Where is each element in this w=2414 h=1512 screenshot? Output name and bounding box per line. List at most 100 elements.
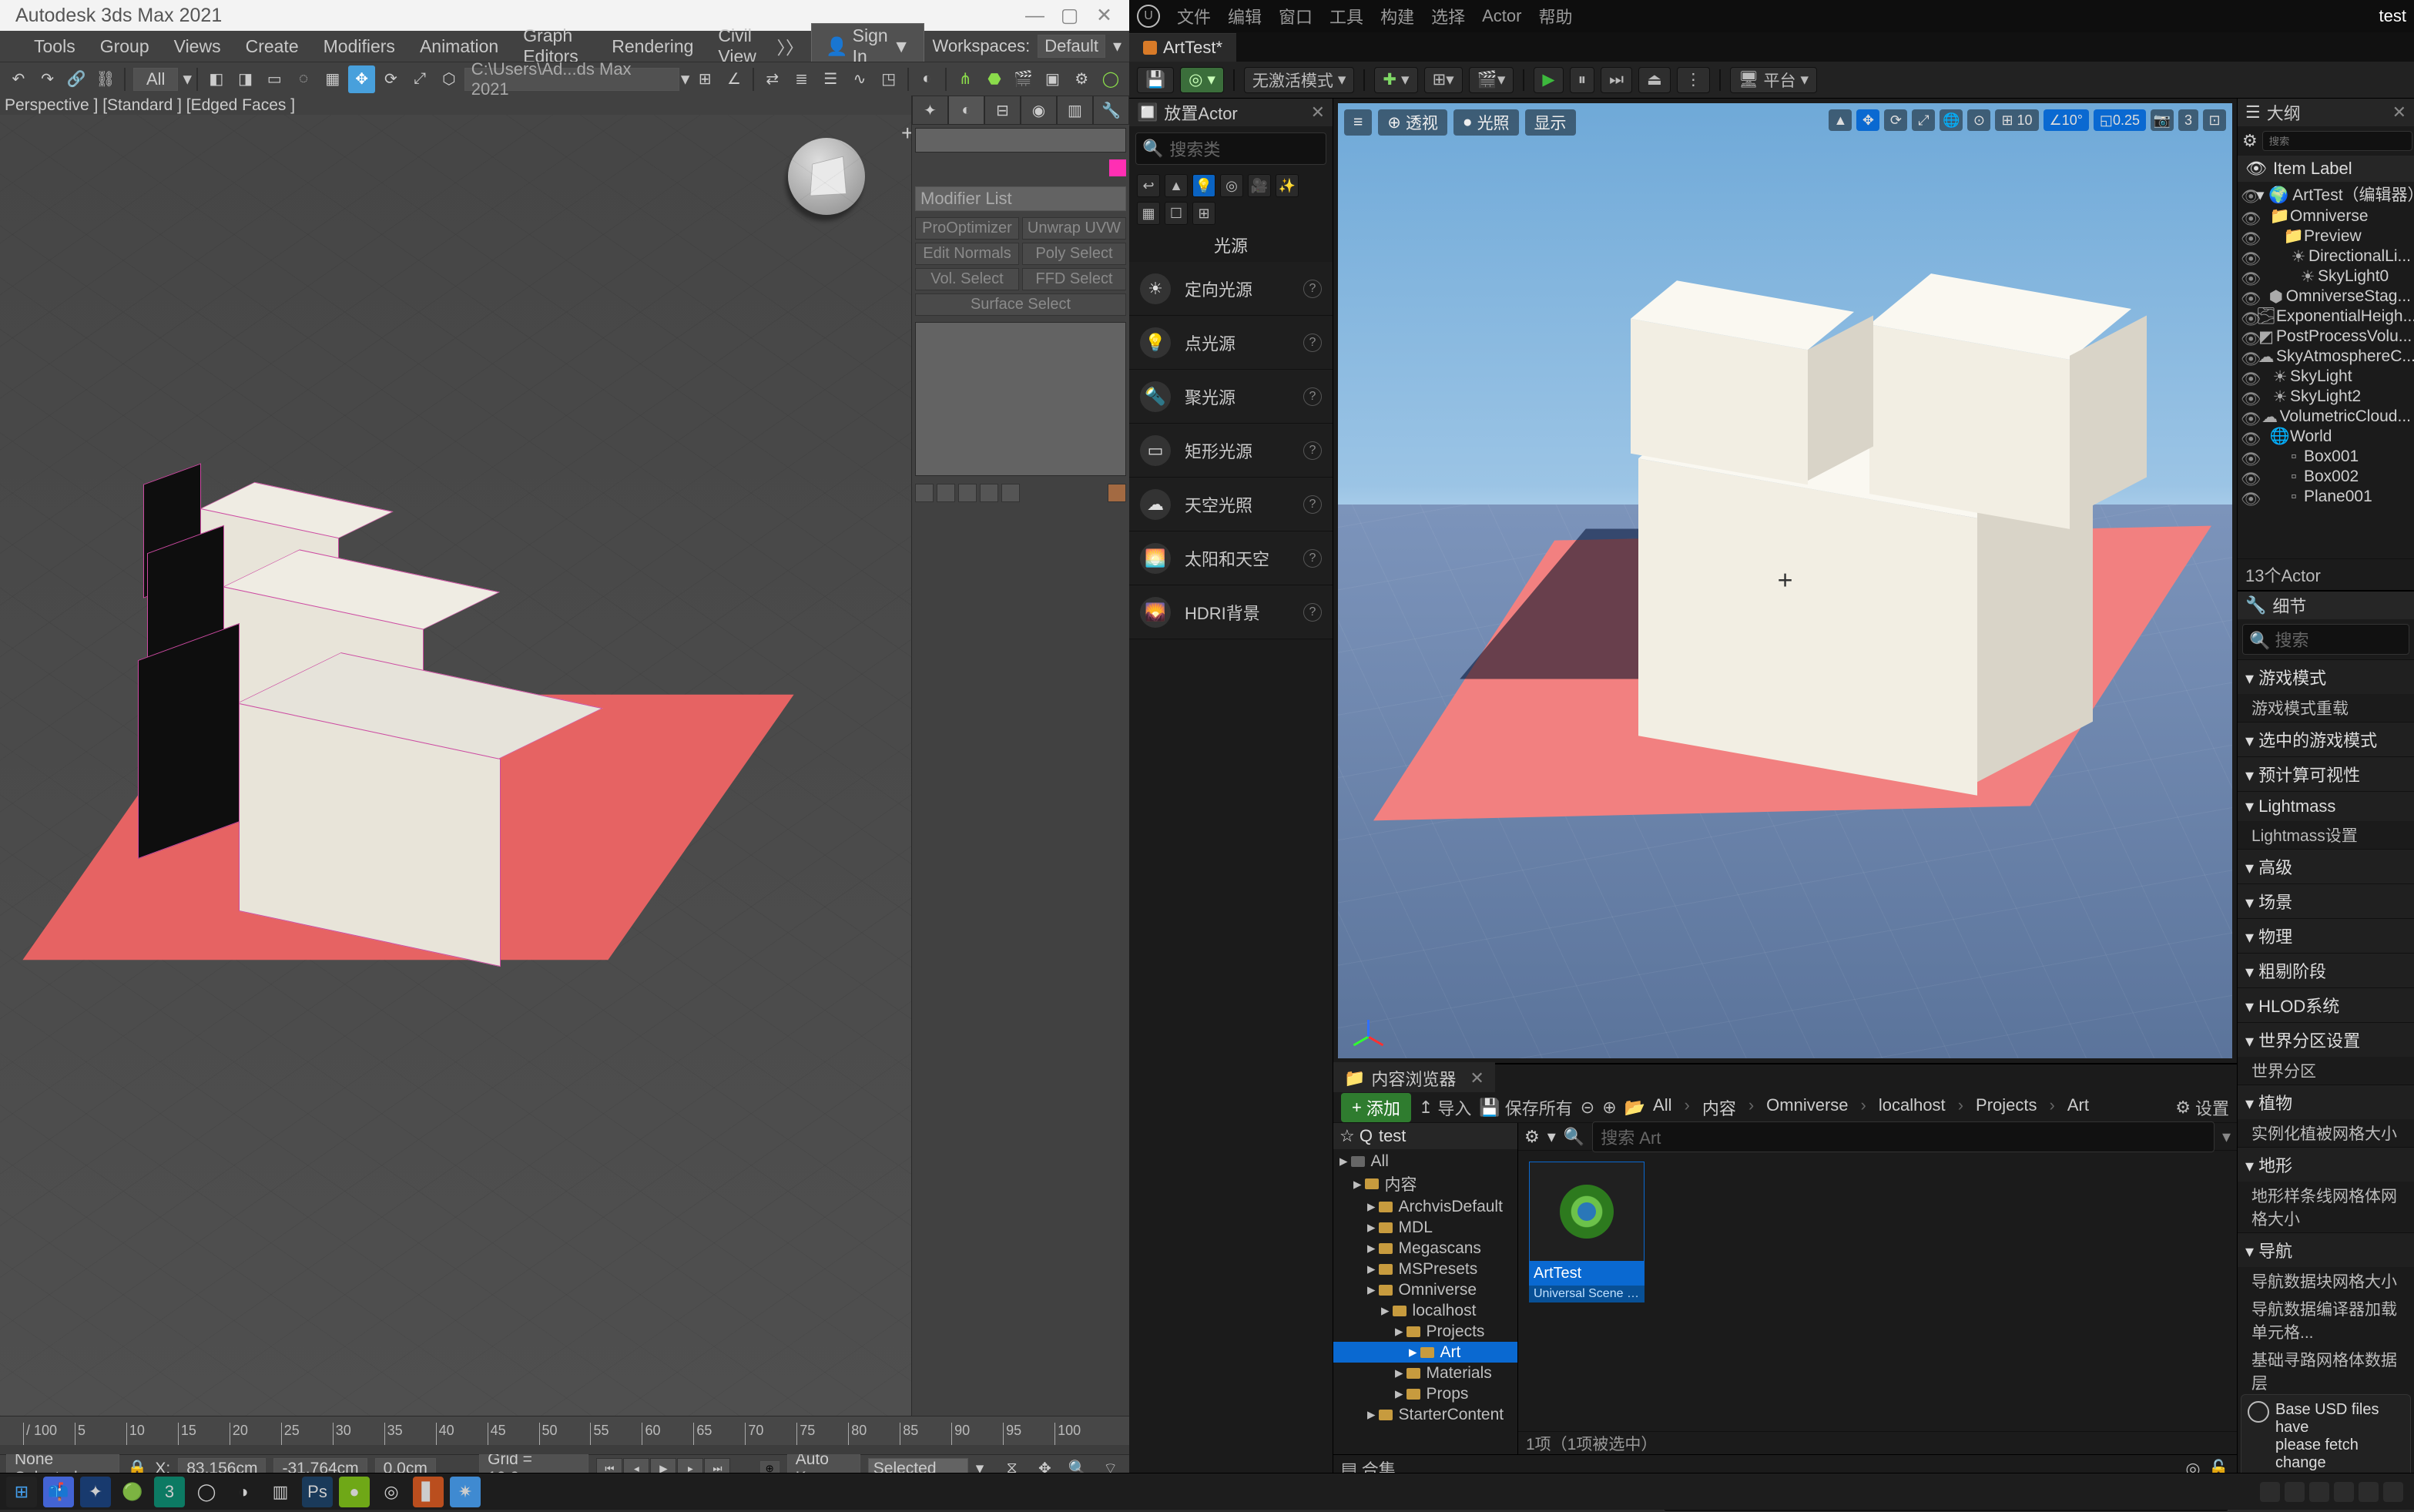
tree-head[interactable]: ☆ Q test — [1333, 1123, 1517, 1149]
viewport-plus[interactable]: + — [901, 121, 911, 146]
light-item[interactable]: 🌄HDRI背景? — [1129, 585, 1333, 639]
vp-menu-icon[interactable]: ≡ — [1344, 109, 1372, 136]
step-button[interactable]: ⏭ — [1601, 67, 1632, 93]
tb-unreal[interactable]: ◯ — [191, 1477, 222, 1507]
windows-taskbar[interactable]: ⊞ 📫 ✦ 🟢 3 ◯ ◑ ▥ Ps ● ◎ ▋ ✷ — [0, 1473, 2414, 1510]
timeline-tick[interactable]: 90 — [951, 1423, 1003, 1446]
details-section[interactable]: ▾ 高级 — [2238, 850, 2414, 883]
tree-row[interactable]: ▸ Materials — [1333, 1363, 1517, 1383]
timeline-tick[interactable]: 10 — [126, 1423, 178, 1446]
selpaint-icon[interactable]: ◌ — [290, 65, 317, 93]
light-item[interactable]: 🔦聚光源? — [1129, 370, 1333, 424]
save-icon[interactable]: 💾 — [1137, 67, 1174, 93]
cat-vfx-icon[interactable]: ✨ — [1276, 174, 1299, 197]
outliner-row[interactable]: 👁▫ Box001 — [2238, 447, 2414, 467]
tb-app2[interactable]: ✦ — [80, 1477, 111, 1507]
cat-geo-icon[interactable]: ▦ — [1137, 202, 1160, 225]
menu-rendering[interactable]: Rendering — [601, 34, 704, 59]
details-property[interactable]: 导航数据块网格大小 — [2238, 1267, 2414, 1295]
light-item[interactable]: ▭矩形光源? — [1129, 424, 1333, 478]
cb-import-button[interactable]: ↥ 导入 — [1419, 1095, 1471, 1120]
render-icon[interactable]: ◯ — [1097, 65, 1125, 93]
details-section[interactable]: ▾ 粗剔阶段 — [2238, 954, 2414, 987]
omniverse-icon[interactable]: ⬣ — [981, 65, 1008, 93]
outliner-row[interactable]: 👁◩ PostProcessVolu... — [2238, 327, 2414, 347]
info-icon[interactable]: ? — [1303, 334, 1322, 352]
details-section[interactable]: ▾ 游戏模式 — [2238, 660, 2414, 694]
mod-volselect[interactable]: Vol. Select — [915, 268, 1019, 290]
timeline-tick[interactable]: 40 — [436, 1423, 488, 1446]
start-icon[interactable]: ⊞ — [6, 1477, 37, 1507]
info-icon[interactable]: ? — [1303, 441, 1322, 460]
details-section[interactable]: ▾ Lightmass — [2238, 792, 2414, 821]
mode-picker[interactable]: 无激活模式 ▾ — [1244, 67, 1355, 93]
tray-icon[interactable] — [2383, 1482, 2403, 1502]
play-options[interactable]: ⋮ — [1677, 67, 1710, 93]
timeline-tick[interactable]: 35 — [384, 1423, 436, 1446]
tray-icon[interactable] — [2260, 1482, 2280, 1502]
stop-button[interactable]: ⏏ — [1638, 67, 1671, 93]
details-property[interactable]: 游戏模式重载 — [2238, 694, 2414, 722]
selection-filter[interactable]: All — [133, 68, 178, 91]
details-section[interactable]: ▾ 地形 — [2238, 1148, 2414, 1182]
tree-row[interactable]: ▸ Props — [1333, 1383, 1517, 1404]
outliner-row[interactable]: 👁▫ Plane001 — [2238, 487, 2414, 507]
system-tray[interactable] — [2260, 1482, 2408, 1502]
project-path[interactable]: C:\Users\Ad...ds Max 2021 — [464, 68, 679, 91]
outliner-row[interactable]: 👁⬢ OmniverseStag... — [2238, 287, 2414, 307]
stack-result-icon[interactable] — [937, 484, 955, 502]
tray-icon[interactable] — [2309, 1482, 2329, 1502]
timeline-tick[interactable]: / 100 — [23, 1423, 75, 1446]
info-icon[interactable]: ? — [1303, 549, 1322, 568]
tb-app7[interactable]: ✷ — [450, 1477, 481, 1507]
light-item[interactable]: 🌅太阳和天空? — [1129, 531, 1333, 585]
object-name-field[interactable] — [915, 128, 1126, 153]
vp-projection[interactable]: ⊕ 透视 — [1378, 109, 1447, 136]
details-section[interactable]: ▾ 场景 — [2238, 884, 2414, 918]
asnap-icon[interactable]: ∠ — [720, 65, 748, 93]
tray-icon[interactable] — [2359, 1482, 2379, 1502]
move-icon[interactable]: ✥ — [348, 65, 376, 93]
outliner-row[interactable]: 👁☁ SkyAtmosphereC... — [2238, 347, 2414, 367]
light-item[interactable]: ☀定向光源? — [1129, 262, 1333, 316]
cat-recent-icon[interactable]: ↩ — [1137, 174, 1160, 197]
timeline-tick[interactable]: 30 — [333, 1423, 384, 1446]
play-button[interactable]: ▶ — [1534, 67, 1563, 93]
vp-select-icon[interactable]: ▲ — [1829, 109, 1852, 131]
timeline-tick[interactable]: 100 — [1054, 1423, 1106, 1446]
stack-config-icon[interactable] — [1001, 484, 1020, 502]
cat-basic-icon[interactable]: ▲ — [1165, 174, 1188, 197]
tray-icon[interactable] — [2285, 1482, 2305, 1502]
details-section[interactable]: ▾ 预计算可视性 — [2238, 757, 2414, 791]
cb-back-icon[interactable]: ⊝ — [1581, 1098, 1594, 1118]
timeline-tick[interactable]: 70 — [745, 1423, 796, 1446]
ue-viewport[interactable]: + ≡ ⊕ 透视 ● 光照 显示 ▲ ✥ ⟳ ⤢ 🌐 ⊙ ⊞ 10 ∠ 10° … — [1338, 103, 2232, 1058]
tb-app3[interactable]: ◑ — [228, 1477, 259, 1507]
cinematics-icon[interactable]: 🎬▾ — [1469, 67, 1514, 93]
tb-app4[interactable]: ▥ — [265, 1477, 296, 1507]
selwindow-icon[interactable]: ◧ — [203, 65, 230, 93]
outliner-row[interactable]: 👁☁ VolumetricCloud... — [2238, 407, 2414, 427]
vp-gridsnap[interactable]: ⊞ 10 — [1995, 109, 2038, 131]
details-section[interactable]: ▾ 选中的游戏模式 — [2238, 722, 2414, 756]
timeline-tick[interactable]: 20 — [230, 1423, 281, 1446]
subobject-icon[interactable]: ▦ — [319, 65, 347, 93]
asset-filter-icon[interactable]: ⚙ — [1524, 1127, 1540, 1147]
pause-button[interactable]: ⏸ — [1570, 67, 1595, 93]
viewport-labels[interactable]: Perspective ] [Standard ] [Edged Faces ] — [0, 96, 911, 115]
tree-row[interactable]: ▸ localhost — [1333, 1300, 1517, 1321]
vp-scale-icon[interactable]: ⤢ — [1912, 109, 1935, 131]
cat-lights-icon[interactable]: 💡 — [1192, 174, 1215, 197]
menu-group[interactable]: Group — [89, 34, 160, 59]
stack-remove-icon[interactable] — [980, 484, 998, 502]
outliner-row[interactable]: 👁▫ Box002 — [2238, 467, 2414, 487]
vp-maximize-icon[interactable]: ⊡ — [2203, 109, 2226, 131]
info-icon[interactable]: ? — [1303, 603, 1322, 622]
cb-tab[interactable]: 📁 内容浏览器 ✕ — [1333, 1064, 2237, 1092]
snap-icon[interactable]: ⊞ — [691, 65, 719, 93]
ue-box-right[interactable] — [1869, 324, 2070, 529]
outliner-filter-icon[interactable]: ⚙ — [2242, 131, 2258, 151]
timeline-tick[interactable]: 85 — [900, 1423, 951, 1446]
settings-icon[interactable]: ⚙ — [1068, 65, 1095, 93]
tree-row[interactable]: ▸ ArchvisDefault — [1333, 1196, 1517, 1217]
